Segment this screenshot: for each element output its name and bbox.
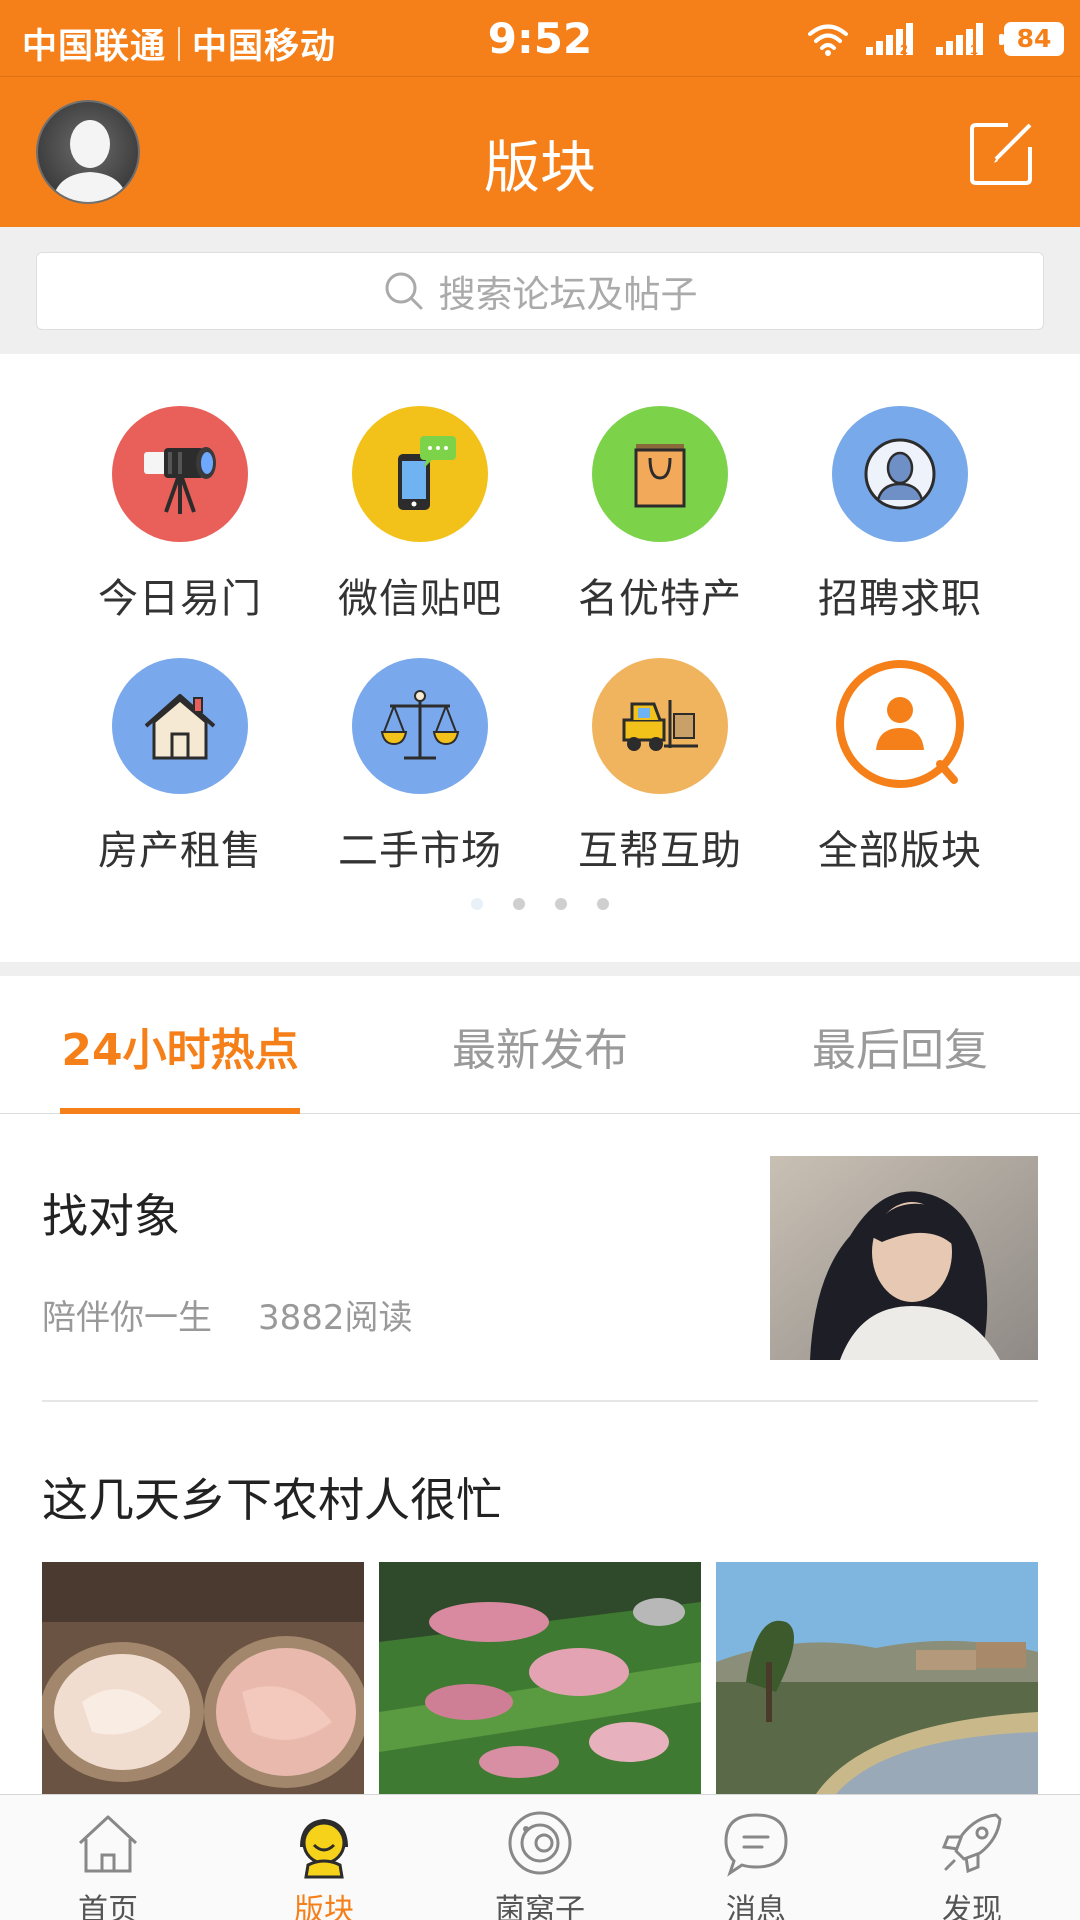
category-label: 名优特产 — [578, 576, 742, 622]
nav-messages[interactable]: 消息 — [648, 1807, 864, 1920]
search-icon — [385, 272, 422, 310]
category-label: 全部版块 — [818, 828, 982, 874]
app-screen: 中国联通 中国移动 9:52 2 1 84 版块 搜索论坛及帖子 今日易门 微信… — [0, 0, 1080, 1920]
category-weixin-tieba[interactable]: 微信贴吧 — [300, 406, 540, 624]
scale-icon — [352, 658, 488, 794]
tab-24h-hot[interactable]: 24小时热点 — [60, 1014, 300, 1078]
signal-icon-sim1: 2 — [866, 23, 913, 57]
person-icon — [832, 406, 968, 542]
home-icon — [78, 1815, 138, 1873]
category-grid: 今日易门 微信贴吧 名优特产 招聘求职 房产租售 二手市场 互帮互助 全部版块 — [0, 354, 1080, 962]
edit-icon[interactable] — [968, 119, 1036, 187]
app-header: 版块 — [0, 77, 1080, 227]
category-fangchan-zushou[interactable]: 房产租售 — [60, 658, 300, 876]
category-ershou-shichang[interactable]: 二手市场 — [300, 658, 540, 876]
nav-label: 菌窝子 — [495, 1893, 585, 1920]
board-face-icon — [300, 1818, 348, 1879]
food-photo-1 — [42, 1562, 364, 1794]
search-person-icon — [832, 658, 968, 794]
category-all-boards[interactable]: 全部版块 — [780, 658, 1020, 876]
search-section: 搜索论坛及帖子 — [0, 227, 1080, 354]
nav-label: 首页 — [78, 1893, 138, 1920]
phone-chat-icon — [352, 406, 488, 542]
category-label: 今日易门 — [98, 576, 262, 622]
post-feed: 找对象 陪伴你一生 3882阅读 这几天乡下农村人很忙 — [0, 1114, 1080, 1794]
bottom-navigation: 首页 版块 菌窝子 消息 发现 — [0, 1794, 1080, 1920]
page-dot — [597, 898, 609, 910]
page-title: 版块 — [484, 136, 596, 201]
forklift-icon — [592, 658, 728, 794]
page-dot — [555, 898, 567, 910]
page-dot-active — [471, 898, 483, 910]
nav-boards[interactable]: 版块 — [216, 1807, 432, 1920]
post-image[interactable] — [716, 1562, 1038, 1794]
post-meta: 陪伴你一生 3882阅读 — [42, 1290, 413, 1339]
category-label: 招聘求职 — [818, 576, 982, 622]
rocket-icon — [941, 1813, 1002, 1874]
post-read-count: 3882阅读 — [258, 1298, 413, 1338]
post-thumbnail[interactable] — [770, 1156, 1038, 1360]
camera-icon — [112, 406, 248, 542]
nav-discover[interactable]: 发现 — [864, 1807, 1080, 1920]
portrait-photo — [770, 1156, 1038, 1360]
post-image[interactable] — [42, 1562, 364, 1794]
sim2-number: 1 — [970, 41, 978, 57]
post-title[interactable]: 这几天乡下农村人很忙 — [42, 1464, 502, 1530]
post-image[interactable] — [379, 1562, 701, 1794]
search-placeholder: 搜索论坛及帖子 — [438, 273, 698, 316]
planet-icon — [508, 1811, 572, 1875]
category-hubang-huzhu[interactable]: 互帮互助 — [540, 658, 780, 876]
signal-icon-sim2: 1 — [936, 23, 983, 57]
search-input[interactable]: 搜索论坛及帖子 — [36, 252, 1044, 330]
shopping-bag-icon — [592, 406, 728, 542]
category-label: 房产租售 — [98, 828, 262, 874]
page-indicator — [0, 898, 1080, 910]
category-mingyou-techan[interactable]: 名优特产 — [540, 406, 780, 624]
wifi-icon — [808, 24, 848, 56]
category-label: 互帮互助 — [578, 828, 742, 874]
nav-label: 消息 — [726, 1893, 786, 1920]
status-bar: 中国联通 中国移动 9:52 2 1 84 — [0, 0, 1080, 77]
battery-icon: 84 — [999, 22, 1064, 56]
category-label: 二手市场 — [338, 828, 502, 874]
post-board-name[interactable]: 陪伴你一生 — [42, 1290, 212, 1339]
sim1-number: 2 — [900, 41, 908, 57]
tab-last-reply[interactable]: 最后回复 — [780, 1014, 1020, 1078]
village-photo-3 — [716, 1562, 1038, 1794]
post-divider — [42, 1400, 1038, 1402]
tab-latest[interactable]: 最新发布 — [420, 1014, 660, 1078]
category-jinri-yimen[interactable]: 今日易门 — [60, 406, 300, 624]
nav-junwozi[interactable]: 菌窝子 — [432, 1807, 648, 1920]
nav-label: 版块 — [294, 1893, 354, 1920]
category-zhaopin-qiuzhi[interactable]: 招聘求职 — [780, 406, 1020, 624]
feed-tabs: 24小时热点 最新发布 最后回复 — [0, 976, 1080, 1114]
message-icon — [724, 1813, 788, 1877]
food-photo-2 — [379, 1562, 701, 1794]
post-title[interactable]: 找对象 — [42, 1180, 180, 1246]
nav-home[interactable]: 首页 — [0, 1807, 216, 1920]
category-label: 微信贴吧 — [338, 576, 502, 622]
house-icon — [112, 658, 248, 794]
page-dot — [513, 898, 525, 910]
nav-label: 发现 — [942, 1893, 1002, 1920]
status-icons: 2 1 84 — [806, 18, 1064, 60]
